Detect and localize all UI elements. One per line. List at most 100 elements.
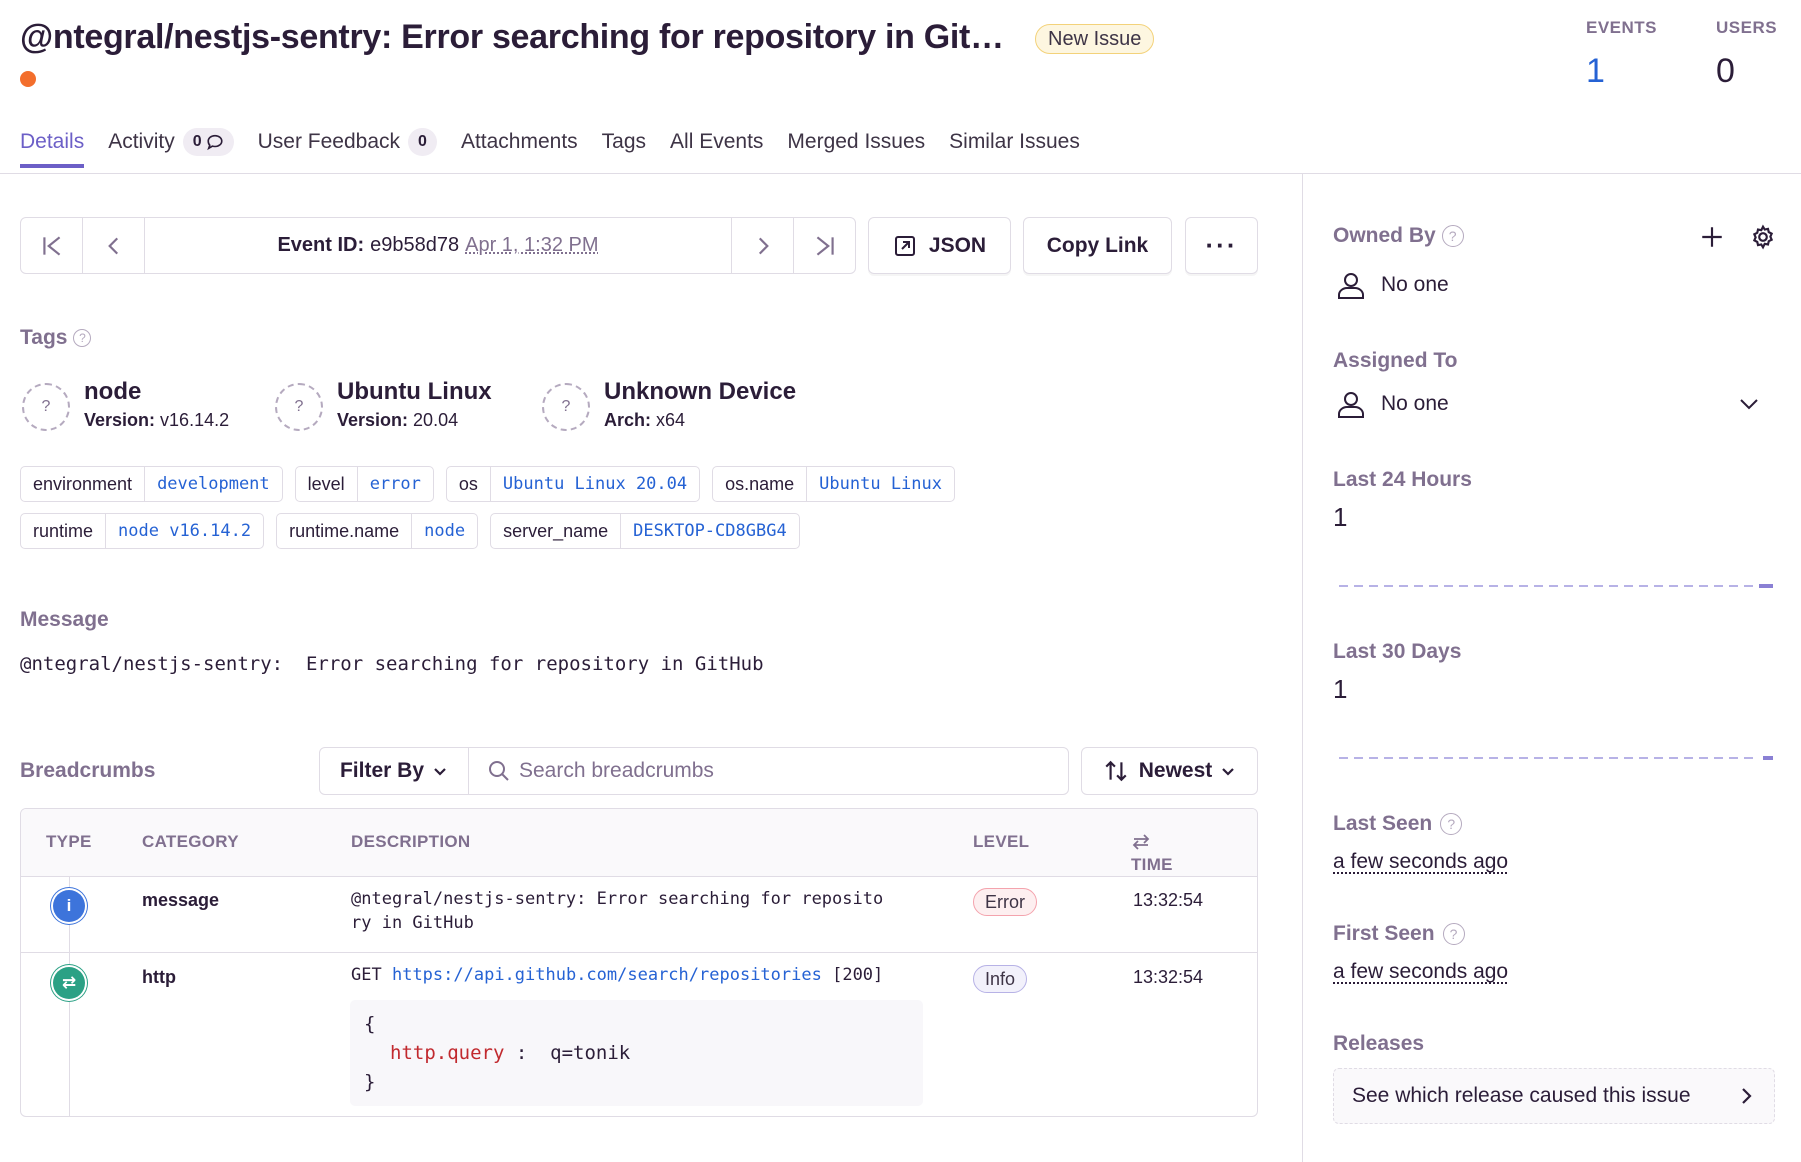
- last-24-hours-count: 1: [1333, 502, 1348, 532]
- last-24-hours-sparkline[interactable]: [1339, 584, 1773, 588]
- tags-title: Tags: [20, 326, 68, 349]
- last-30-days-sparkline[interactable]: [1339, 756, 1773, 760]
- tag-key: server_name: [491, 514, 622, 548]
- context-sub-key: Arch:: [604, 410, 652, 430]
- releases-cta-label: See which release caused this issue: [1352, 1084, 1691, 1107]
- tag-value[interactable]: development: [145, 467, 282, 501]
- row-description: @ntegral/nestjs-sentry: Error searching …: [351, 887, 883, 935]
- tag-level[interactable]: level error: [294, 466, 434, 502]
- tag-value[interactable]: Ubuntu Linux 20.04: [491, 467, 699, 501]
- assignee-dropdown[interactable]: No one: [1335, 388, 1775, 420]
- tag-runtime-name[interactable]: runtime.name node: [276, 513, 479, 549]
- last-seen-value[interactable]: a few seconds ago: [1333, 850, 1508, 874]
- code-brace: }: [364, 1071, 376, 1093]
- oldest-event-button[interactable]: [21, 218, 83, 273]
- tag-environment[interactable]: environment development: [20, 466, 283, 502]
- context-sub: Arch: x64: [604, 410, 796, 431]
- tag-list-row-2: runtime node v16.14.2 runtime.name node se…: [20, 513, 800, 549]
- releases-heading: Releases: [1333, 1032, 1425, 1055]
- breadcrumb-filter-dropdown[interactable]: Filter By: [319, 747, 469, 795]
- users-label: USERS: [1716, 18, 1778, 37]
- users-stat[interactable]: USERS 0: [1716, 18, 1777, 91]
- table-row: i message @ntegral/nestjs-sentry: Error …: [21, 877, 1257, 953]
- breadcrumb-sort-dropdown[interactable]: Newest: [1081, 747, 1258, 795]
- chevron-down-icon: [1222, 768, 1235, 776]
- column-level: LEVEL: [973, 832, 1030, 851]
- events-stat[interactable]: EVENTS 1: [1586, 18, 1657, 91]
- tab-similar-issues[interactable]: Similar Issues: [949, 128, 1080, 168]
- json-label: JSON: [928, 233, 987, 257]
- chevron-right-icon: [1742, 1088, 1752, 1104]
- question-icon[interactable]: ?: [1441, 225, 1464, 247]
- http-status: [200]: [832, 965, 884, 985]
- owner-name: No one: [1381, 273, 1449, 296]
- tag-value[interactable]: node: [412, 514, 477, 548]
- tab-activity[interactable]: Activity 0: [108, 128, 234, 168]
- tag-os-name[interactable]: os.name Ubuntu Linux: [712, 466, 955, 502]
- http-swap-icon: ⇄: [53, 967, 85, 999]
- newest-event-button[interactable]: [793, 218, 855, 273]
- users-count[interactable]: 0: [1716, 52, 1777, 91]
- first-seen-value[interactable]: a few seconds ago: [1333, 960, 1508, 984]
- level-badge-info: Info: [973, 965, 1028, 993]
- tag-value[interactable]: Ubuntu Linux: [807, 467, 954, 501]
- context-runtime: ? node Version: v16.14.2: [22, 378, 229, 431]
- column-time[interactable]: TIME: [1131, 832, 1173, 874]
- tab-all-events[interactable]: All Events: [670, 128, 763, 168]
- search-placeholder: Search breadcrumbs: [519, 759, 714, 782]
- last-24-hours-heading: Last 24 Hours: [1333, 468, 1472, 491]
- tag-key: runtime: [21, 514, 107, 548]
- tag-value[interactable]: node v16.14.2: [106, 514, 263, 548]
- tag-runtime[interactable]: runtime node v16.14.2: [20, 513, 265, 549]
- next-event-button[interactable]: [731, 218, 793, 273]
- chevron-left-icon: [107, 237, 118, 254]
- last-seen-heading: Last Seen ?: [1333, 812, 1463, 836]
- tab-label: All Events: [670, 130, 764, 153]
- breadcrumbs-table-header: TYPE CATEGORY DESCRIPTION LEVEL TIME: [21, 809, 1257, 877]
- tag-value[interactable]: DESKTOP-CD8GBG4: [621, 514, 799, 548]
- issue-sidebar: [1302, 174, 1801, 1162]
- http-url-link[interactable]: https://api.github.com/search/repositori…: [392, 965, 822, 985]
- unknown-icon: ?: [22, 383, 70, 431]
- tab-tags[interactable]: Tags: [602, 128, 646, 168]
- ownership-settings-button[interactable]: [1750, 224, 1776, 250]
- tag-key: environment: [21, 467, 146, 501]
- tab-label: Tags: [601, 130, 647, 153]
- plus-icon: [1702, 227, 1722, 247]
- context-os: ? Ubuntu Linux Version: 20.04: [275, 378, 492, 431]
- json-button[interactable]: JSON: [868, 217, 1011, 274]
- tag-server-name[interactable]: server_name DESKTOP-CD8GBG4: [490, 513, 800, 549]
- tab-label: Attachments: [460, 130, 578, 153]
- tab-user-feedback[interactable]: User Feedback 0: [258, 128, 437, 168]
- events-label: EVENTS: [1586, 18, 1658, 37]
- tag-os[interactable]: os Ubuntu Linux 20.04: [445, 466, 701, 502]
- event-id-label: Event ID:: [277, 234, 365, 256]
- tab-label: Details: [20, 130, 85, 153]
- tag-value[interactable]: error: [358, 467, 433, 501]
- add-owner-button[interactable]: [1699, 224, 1725, 250]
- event-date[interactable]: Apr 1, 1:32 PM: [465, 234, 598, 257]
- question-icon[interactable]: ?: [1440, 813, 1463, 835]
- tab-merged-issues[interactable]: Merged Issues: [787, 128, 925, 168]
- release-cause-button[interactable]: See which release caused this issue: [1333, 1068, 1775, 1124]
- row-category: message: [142, 890, 220, 910]
- issue-title: @ntegral/nestjs-sentry: Error searching …: [20, 18, 1004, 56]
- copy-link-button[interactable]: Copy Link: [1023, 217, 1172, 274]
- code-brace: {: [364, 1013, 376, 1035]
- context-sub-value: 20.04: [413, 410, 459, 430]
- user-icon: [1338, 392, 1364, 418]
- more-actions-button[interactable]: ···: [1185, 217, 1258, 274]
- owned-by-title: Owned By: [1333, 224, 1436, 247]
- new-issue-badge: New Issue: [1035, 24, 1155, 54]
- issue-header: @ntegral/nestjs-sentry: Error searching …: [0, 0, 1801, 174]
- previous-event-button[interactable]: [83, 218, 145, 273]
- question-icon[interactable]: ?: [1442, 923, 1465, 945]
- breadcrumb-search-input[interactable]: Search breadcrumbs: [468, 747, 1069, 795]
- events-count[interactable]: 1: [1586, 52, 1657, 91]
- context-sub-key: Version:: [84, 410, 156, 430]
- assignee-name: No one: [1381, 392, 1449, 415]
- info-icon: i: [53, 890, 85, 922]
- question-icon[interactable]: ?: [73, 329, 92, 347]
- tab-details[interactable]: Details: [20, 128, 85, 168]
- tab-attachments[interactable]: Attachments: [461, 128, 578, 168]
